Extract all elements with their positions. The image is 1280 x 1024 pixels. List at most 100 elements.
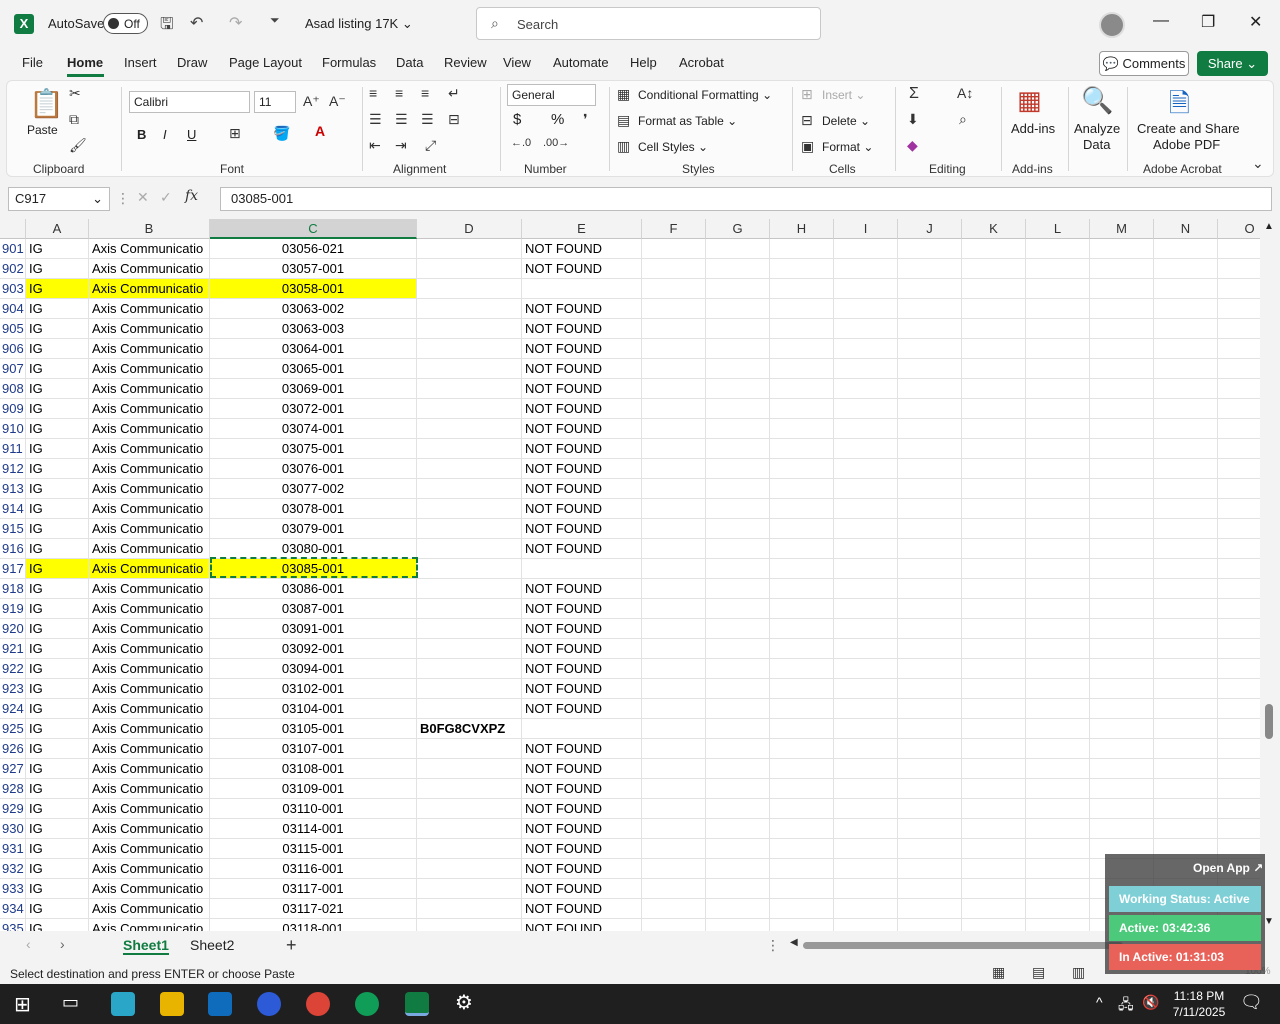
row-number[interactable]: 932	[0, 859, 26, 879]
cell-k[interactable]	[962, 599, 1026, 619]
cell-f[interactable]	[642, 479, 706, 499]
cell-j[interactable]	[898, 759, 962, 779]
close-icon[interactable]: ✕	[1249, 12, 1262, 32]
comments-button[interactable]: 💬 Comments	[1099, 51, 1189, 76]
cell-c[interactable]: 03064-001	[210, 339, 417, 359]
notifications-icon[interactable]: 🗨	[1240, 992, 1263, 1013]
cell-c[interactable]: 03074-001	[210, 419, 417, 439]
cell-i[interactable]	[834, 519, 898, 539]
normal-view-icon[interactable]: ▦	[992, 964, 1005, 981]
cell-c[interactable]: 03063-002	[210, 299, 417, 319]
row-number[interactable]: 921	[0, 639, 26, 659]
cell-j[interactable]	[898, 319, 962, 339]
column-header-l[interactable]: L	[1026, 219, 1090, 239]
cell-e[interactable]: NOT FOUND	[522, 799, 642, 819]
cell-c[interactable]: 03117-001	[210, 879, 417, 899]
cell-d[interactable]	[417, 759, 522, 779]
cell-i[interactable]	[834, 879, 898, 899]
cell-c[interactable]: 03114-001	[210, 819, 417, 839]
fill-icon[interactable]: ⬇	[907, 111, 919, 128]
cell-j[interactable]	[898, 419, 962, 439]
tab-home[interactable]: Home	[67, 55, 103, 70]
cell-f[interactable]	[642, 599, 706, 619]
cell-b[interactable]: Axis Communicatio	[89, 839, 210, 859]
cell-k[interactable]	[962, 479, 1026, 499]
tab-file[interactable]: File	[22, 55, 43, 70]
cell-styles-icon[interactable]: ▥	[617, 138, 630, 155]
cell-b[interactable]: Axis Communicatio	[89, 419, 210, 439]
cell-i[interactable]	[834, 379, 898, 399]
cell-a[interactable]: IG	[26, 319, 89, 339]
cell-o[interactable]	[1218, 799, 1260, 819]
customize-qat-icon[interactable]: ⏷	[270, 13, 280, 28]
tab-insert[interactable]: Insert	[124, 55, 157, 70]
cell-i[interactable]	[834, 399, 898, 419]
format-cells-button[interactable]: Format ⌄	[822, 140, 873, 154]
row-number[interactable]: 911	[0, 439, 26, 459]
cell-i[interactable]	[834, 699, 898, 719]
cell-a[interactable]: IG	[26, 399, 89, 419]
cell-a[interactable]: IG	[26, 759, 89, 779]
fill-color-icon[interactable]: 🪣	[273, 125, 290, 142]
cell-h[interactable]	[770, 799, 834, 819]
cell-i[interactable]	[834, 719, 898, 739]
cell-e[interactable]: NOT FOUND	[522, 819, 642, 839]
cell-a[interactable]: IG	[26, 679, 89, 699]
cell-e[interactable]: NOT FOUND	[522, 579, 642, 599]
cell-l[interactable]	[1026, 379, 1090, 399]
cell-g[interactable]	[706, 559, 770, 579]
cell-a[interactable]: IG	[26, 639, 89, 659]
cell-g[interactable]	[706, 639, 770, 659]
cell-f[interactable]	[642, 279, 706, 299]
cell-i[interactable]	[834, 419, 898, 439]
cell-i[interactable]	[834, 899, 898, 919]
sheet-tab-sheet2[interactable]: Sheet2	[190, 937, 234, 953]
cell-m[interactable]	[1090, 279, 1154, 299]
cell-f[interactable]	[642, 579, 706, 599]
bold-button[interactable]: B	[137, 127, 146, 142]
confirm-edit-icon[interactable]: ✓	[160, 189, 172, 206]
align-left-icon[interactable]: ☰	[369, 111, 382, 128]
cell-l[interactable]	[1026, 899, 1090, 919]
cell-i[interactable]	[834, 639, 898, 659]
cell-l[interactable]	[1026, 799, 1090, 819]
cell-g[interactable]	[706, 859, 770, 879]
cell-e[interactable]: NOT FOUND	[522, 379, 642, 399]
cell-j[interactable]	[898, 699, 962, 719]
cell-l[interactable]	[1026, 359, 1090, 379]
cell-j[interactable]	[898, 559, 962, 579]
cell-h[interactable]	[770, 399, 834, 419]
add-ins-icon[interactable]: ▦	[1017, 85, 1042, 116]
cell-g[interactable]	[706, 759, 770, 779]
cell-g[interactable]	[706, 439, 770, 459]
cell-h[interactable]	[770, 919, 834, 931]
align-middle-icon[interactable]: ≡	[395, 85, 403, 101]
cell-j[interactable]	[898, 599, 962, 619]
cell-d[interactable]	[417, 239, 522, 259]
cell-c[interactable]: 03115-001	[210, 839, 417, 859]
analyze-data-label-1[interactable]: Analyze	[1074, 121, 1120, 136]
analyze-data-icon[interactable]: 🔍	[1081, 85, 1113, 116]
cell-j[interactable]	[898, 919, 962, 931]
cell-l[interactable]	[1026, 479, 1090, 499]
row-number[interactable]: 929	[0, 799, 26, 819]
cell-g[interactable]	[706, 399, 770, 419]
cell-i[interactable]	[834, 599, 898, 619]
taskbar-clock[interactable]: 11:18 PM 7/11/2025	[1168, 988, 1230, 1020]
file-explorer-icon[interactable]	[160, 992, 184, 1016]
cell-e[interactable]: NOT FOUND	[522, 519, 642, 539]
row-number[interactable]: 905	[0, 319, 26, 339]
cell-a[interactable]: IG	[26, 579, 89, 599]
cell-k[interactable]	[962, 299, 1026, 319]
find-select-icon[interactable]: ⌕	[959, 111, 967, 128]
column-header-e[interactable]: E	[522, 219, 642, 239]
cell-f[interactable]	[642, 779, 706, 799]
cell-f[interactable]	[642, 619, 706, 639]
cell-j[interactable]	[898, 359, 962, 379]
page-layout-view-icon[interactable]: ▤	[1032, 964, 1045, 981]
cell-l[interactable]	[1026, 419, 1090, 439]
cell-c[interactable]: 03075-001	[210, 439, 417, 459]
cell-a[interactable]: IG	[26, 699, 89, 719]
search-input[interactable]: ⌕ Search	[476, 7, 821, 40]
cell-o[interactable]	[1218, 699, 1260, 719]
